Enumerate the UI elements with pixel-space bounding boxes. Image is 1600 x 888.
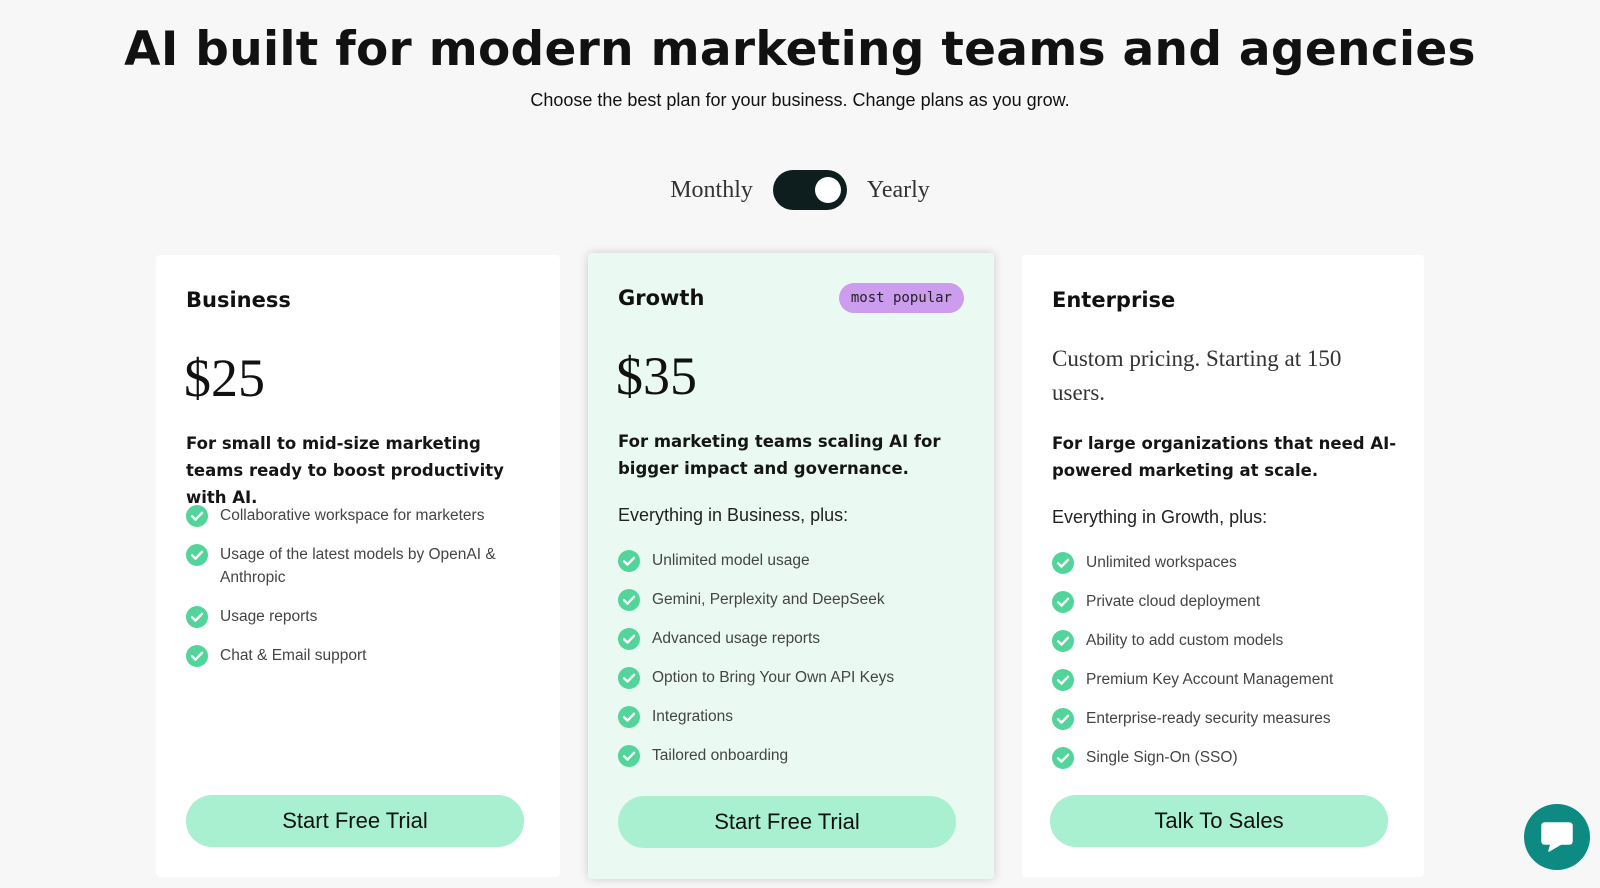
feature-item: Ability to add custom models: [1052, 630, 1404, 653]
feature-text: Advanced usage reports: [652, 630, 821, 647]
plan-tagline: For marketing teams scaling AI for bigge…: [618, 432, 941, 478]
feature-item: Option to Bring Your Own API Keys: [618, 667, 974, 690]
check-circle-icon: [618, 628, 640, 650]
feature-item: Private cloud deployment: [1052, 591, 1404, 614]
check-circle-icon: [1052, 591, 1074, 613]
feature-text: Usage reports: [220, 607, 318, 625]
custom-pricing-text: Custom pricing. Starting at 150 users.: [1052, 346, 1342, 405]
feature-list: Unlimited workspaces Private cloud deplo…: [1052, 552, 1404, 786]
plan-card-growth: Growth most popular $35 For marketing te…: [588, 253, 994, 879]
feature-text: Unlimited model usage: [652, 552, 810, 569]
feature-list: Collaborative workspace for marketers Us…: [186, 505, 540, 684]
includes-heading: Everything in Business, plus:: [618, 505, 849, 525]
feature-text: Ability to add custom models: [1086, 632, 1284, 649]
feature-item: Advanced usage reports: [618, 628, 974, 651]
feature-text: Single Sign-On (SSO): [1086, 749, 1238, 766]
feature-text: Chat & Email support: [220, 646, 367, 664]
monthly-label[interactable]: Monthly: [670, 177, 753, 204]
check-circle-icon: [1052, 708, 1074, 730]
plan-price: $25: [184, 348, 265, 408]
billing-period-toggle[interactable]: [772, 170, 847, 210]
plan-card-business: Business $25 For small to mid-size marke…: [156, 255, 560, 877]
feature-text: Gemini, Perplexity and DeepSeek: [652, 591, 885, 608]
feature-text: Option to Bring Your Own API Keys: [652, 669, 895, 686]
includes-heading: Everything in Growth, plus:: [1052, 507, 1268, 527]
check-circle-icon: [1052, 552, 1074, 574]
feature-text: Usage of the latest models by OpenAI & A…: [220, 546, 496, 586]
check-circle-icon: [1052, 630, 1074, 652]
check-circle-icon: [1052, 669, 1074, 691]
feature-item: Usage reports: [186, 605, 540, 629]
feature-text: Premium Key Account Management: [1086, 671, 1334, 688]
feature-item: Tailored onboarding: [618, 745, 974, 768]
plan-name: Enterprise: [1052, 288, 1176, 312]
check-circle-icon: [186, 644, 208, 667]
chat-bubble-icon: [1541, 822, 1573, 852]
page-subtitle: Choose the best plan for your business. …: [530, 90, 1070, 110]
page-title: AI built for modern marketing teams and …: [124, 22, 1476, 77]
feature-text: Private cloud deployment: [1086, 593, 1261, 610]
plan-tagline: For small to mid-size marketing teams re…: [186, 434, 504, 507]
feature-item: Premium Key Account Management: [1052, 669, 1404, 692]
feature-item: Integrations: [618, 706, 974, 729]
check-circle-icon: [618, 550, 640, 572]
feature-item: Unlimited workspaces: [1052, 552, 1404, 575]
plan-card-enterprise: Enterprise Custom pricing. Starting at 1…: [1022, 255, 1424, 877]
feature-text: Integrations: [652, 708, 733, 725]
start-free-trial-button[interactable]: Start Free Trial: [186, 795, 524, 847]
yearly-label[interactable]: Yearly: [867, 177, 930, 204]
talk-to-sales-button[interactable]: Talk To Sales: [1050, 795, 1388, 847]
check-circle-icon: [618, 745, 640, 767]
feature-item: Enterprise-ready security measures: [1052, 708, 1404, 731]
feature-item: Usage of the latest models by OpenAI & A…: [186, 544, 540, 589]
check-circle-icon: [186, 505, 208, 527]
plan-price: $35: [616, 346, 697, 406]
check-circle-icon: [186, 605, 208, 628]
feature-item: Collaborative workspace for marketers: [186, 505, 540, 528]
check-circle-icon: [618, 667, 640, 689]
feature-text: Unlimited workspaces: [1086, 554, 1237, 571]
check-circle-icon: [186, 544, 208, 566]
plan-tagline: For large organizations that need AI-pow…: [1052, 434, 1397, 480]
billing-period-toggle-row: Monthly Yearly: [0, 170, 1600, 210]
feature-text: Collaborative workspace for marketers: [220, 507, 485, 524]
check-circle-icon: [618, 589, 640, 611]
start-free-trial-button[interactable]: Start Free Trial: [618, 796, 956, 848]
toggle-knob: [814, 177, 841, 203]
feature-item: Gemini, Perplexity and DeepSeek: [618, 589, 974, 612]
feature-item: Unlimited model usage: [618, 550, 974, 573]
most-popular-badge: most popular: [838, 283, 964, 313]
feature-text: Enterprise-ready security measures: [1086, 710, 1331, 727]
plan-name: Growth: [618, 286, 705, 310]
feature-text: Tailored onboarding: [652, 747, 789, 764]
check-circle-icon: [1052, 747, 1074, 769]
feature-item: Chat & Email support: [186, 644, 540, 668]
plan-name: Business: [186, 288, 291, 312]
feature-list: Unlimited model usage Gemini, Perplexity…: [618, 550, 974, 784]
chat-launcher-button[interactable]: [1524, 804, 1590, 870]
feature-item: Single Sign-On (SSO): [1052, 747, 1404, 770]
check-circle-icon: [618, 706, 640, 728]
